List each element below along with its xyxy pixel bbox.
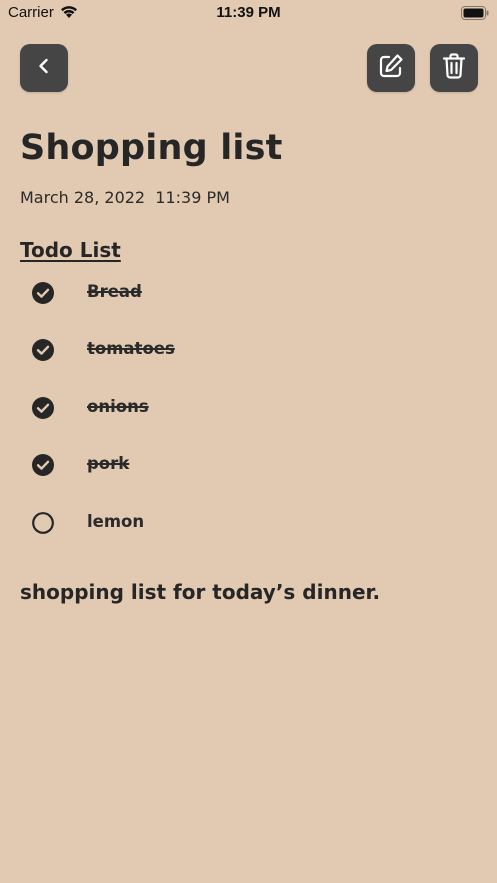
status-time: 11:39 PM [216,4,281,21]
edit-button[interactable] [367,44,415,92]
todo-label: Bread [87,282,142,301]
battery-icon [461,5,489,24]
note-body: shopping list for today’s dinner. [20,580,381,604]
check-circle-filled-icon[interactable] [32,339,54,361]
todo-label: pork [87,454,130,473]
delete-button[interactable] [430,44,478,92]
check-circle-filled-icon[interactable] [32,454,54,476]
note-date: March 28, 2022 11:39 PM [20,188,230,207]
edit-pencil-icon [377,52,405,84]
trash-icon [441,52,467,84]
back-button[interactable] [20,44,68,92]
todo-item[interactable]: pork [0,437,497,493]
check-circle-filled-icon[interactable] [32,397,54,419]
todo-label: onions [87,397,149,416]
todo-item[interactable]: Bread [0,265,497,321]
todo-item[interactable]: lemon [0,495,497,551]
status-bar: Carrier 11:39 PM [0,0,497,26]
check-circle-filled-icon[interactable] [32,282,54,304]
note-title: Shopping list [20,128,283,168]
todo-label: lemon [87,512,145,531]
todo-label: tomatoes [87,339,175,358]
todo-list-heading: Todo List [20,238,121,262]
todo-item[interactable]: onions [0,380,497,436]
chevron-left-icon [33,55,55,81]
todo-item[interactable]: tomatoes [0,322,497,378]
circle-outline-icon[interactable] [32,512,54,534]
